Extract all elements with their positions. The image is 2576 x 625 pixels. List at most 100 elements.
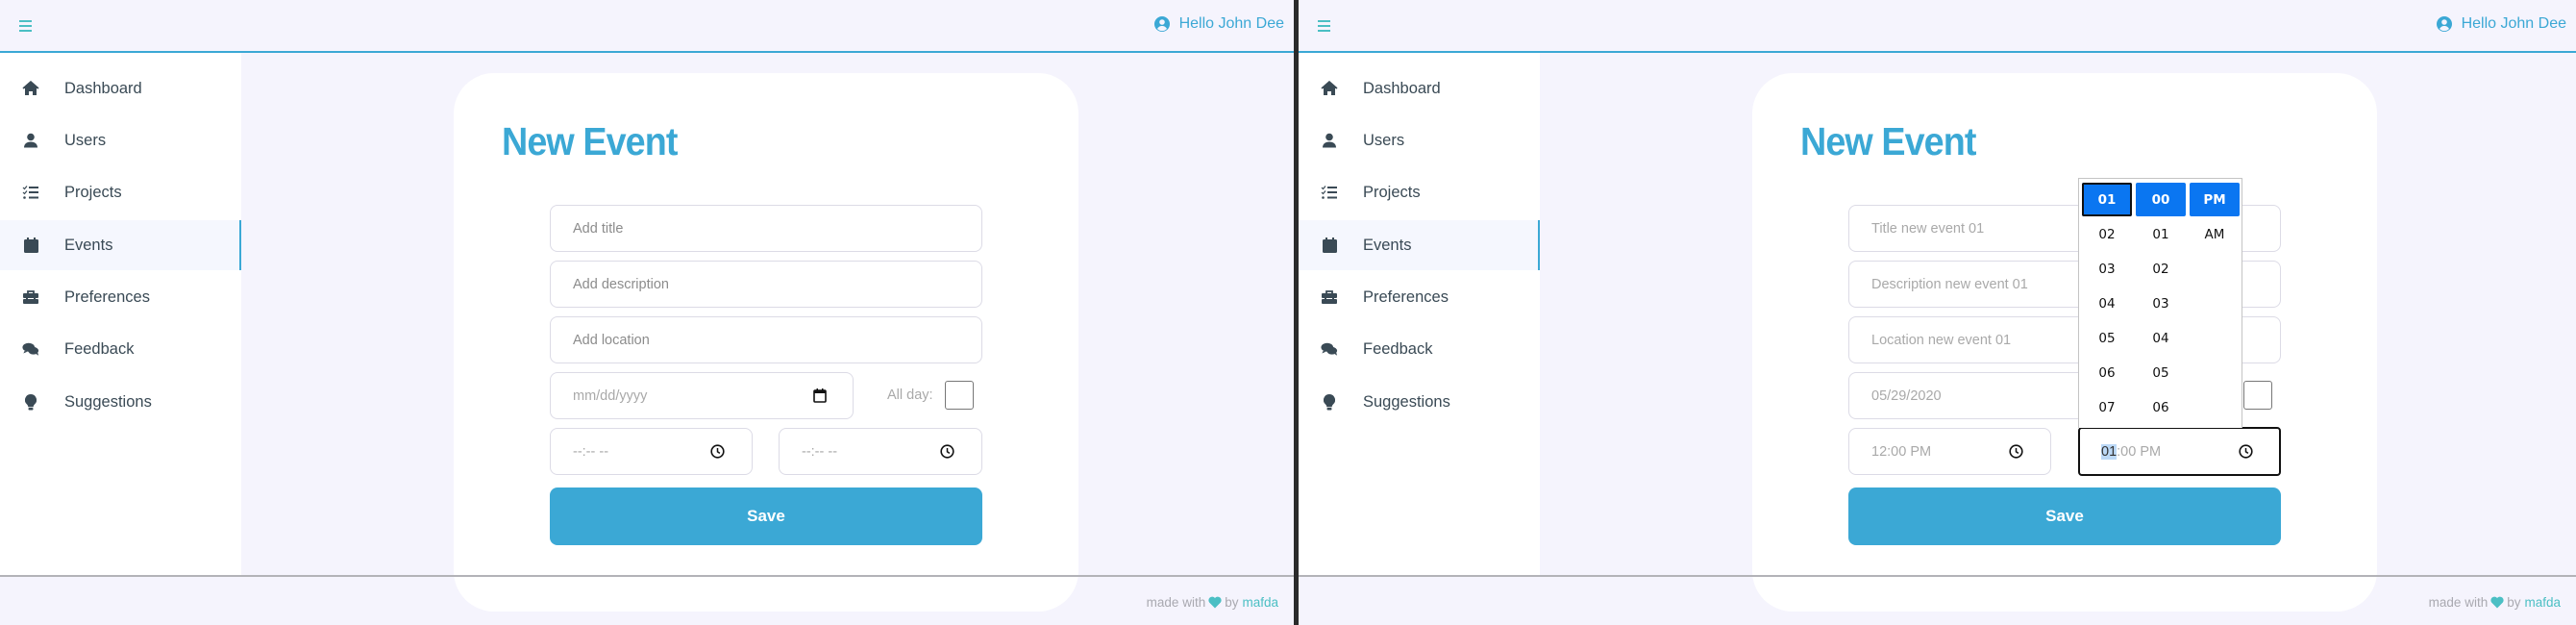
end-time-input[interactable]: 01:00 PM: [2078, 427, 2281, 476]
brand-link[interactable]: mafda: [2524, 595, 2561, 610]
sidebar-item-label: Preferences: [64, 288, 150, 306]
all-day-checkbox[interactable]: [2243, 381, 2272, 410]
sidebar-item-label: Projects: [64, 183, 122, 201]
greeting-text: Hello John Dee: [2461, 15, 2566, 32]
ampm-option[interactable]: AM: [2190, 217, 2240, 252]
app-window-filled-form: Hello John Dee Dashboard Users Projects …: [1299, 0, 2576, 625]
clock-icon[interactable]: [2239, 444, 2253, 459]
minute-option[interactable]: 06: [2136, 390, 2186, 425]
end-time-input[interactable]: --:-- --: [779, 428, 982, 475]
clock-icon[interactable]: [940, 444, 954, 459]
page-title: New Event: [1800, 119, 1976, 163]
comments-icon: [22, 340, 39, 358]
lightbulb-icon: [1321, 393, 1338, 411]
sidebar-item-label: Suggestions: [64, 392, 152, 411]
description-input[interactable]: Add description: [550, 261, 982, 308]
home-icon: [1321, 80, 1338, 97]
footer-divider: [1299, 575, 2576, 577]
save-button[interactable]: Save: [550, 488, 982, 545]
hour-option[interactable]: 07: [2082, 390, 2132, 425]
hour-option[interactable]: 01: [2082, 183, 2132, 216]
hour-option[interactable]: 06: [2082, 356, 2132, 390]
date-placeholder: mm/dd/yyyy: [573, 388, 648, 404]
sidebar-item-feedback[interactable]: Feedback: [0, 324, 241, 374]
title-input[interactable]: Add title: [550, 205, 982, 252]
lightbulb-icon: [22, 393, 39, 411]
sidebar-item-label: Dashboard: [1363, 79, 1441, 97]
hamburger-icon[interactable]: [19, 20, 32, 32]
sidebar-item-projects[interactable]: Projects: [1299, 167, 1540, 217]
sidebar-item-label: Events: [1363, 236, 1412, 254]
hour-option[interactable]: 04: [2082, 287, 2132, 321]
footer-by: by: [1225, 595, 1239, 610]
location-input[interactable]: Add location: [550, 316, 982, 363]
hour-option[interactable]: 02: [2082, 217, 2132, 252]
sidebar-item-users[interactable]: Users: [0, 115, 241, 165]
heart-icon: [1208, 596, 1222, 609]
hour-option[interactable]: 05: [2082, 321, 2132, 356]
save-button[interactable]: Save: [1848, 488, 2281, 545]
sidebar-item-suggestions[interactable]: Suggestions: [0, 377, 241, 427]
sidebar-item-label: Feedback: [1363, 339, 1433, 358]
sidebar-item-label: Feedback: [64, 339, 135, 358]
sidebar-item-suggestions[interactable]: Suggestions: [1299, 377, 1540, 427]
hours-column[interactable]: 01 02 03 04 05 06 07: [2082, 183, 2132, 425]
hour-option[interactable]: 03: [2082, 252, 2132, 287]
end-time-hour-segment[interactable]: 01: [2101, 443, 2118, 460]
end-time-rest: :00 PM: [2117, 443, 2162, 460]
sidebar-item-dashboard[interactable]: Dashboard: [0, 63, 241, 113]
user-icon: [22, 132, 39, 149]
user-circle-icon: [2436, 16, 2452, 32]
clock-icon[interactable]: [2009, 444, 2023, 459]
minute-option[interactable]: 04: [2136, 321, 2186, 356]
start-time-input[interactable]: 12:00 PM: [1848, 428, 2051, 475]
all-day-label: All day:: [887, 388, 933, 403]
minute-option[interactable]: 02: [2136, 252, 2186, 287]
sidebar-item-events[interactable]: Events: [1299, 220, 1540, 270]
calendar-icon: [22, 237, 39, 254]
footer-made-with: made with: [2428, 595, 2489, 610]
start-time-placeholder: --:-- --: [573, 443, 609, 460]
sidebar: Dashboard Users Projects Events Preferen…: [1299, 53, 1540, 576]
footer-by: by: [2507, 595, 2521, 610]
footer-divider: [0, 575, 1294, 577]
sidebar-item-projects[interactable]: Projects: [0, 167, 241, 217]
start-time-input[interactable]: --:-- --: [550, 428, 753, 475]
sidebar-item-events[interactable]: Events: [0, 220, 241, 270]
all-day-checkbox[interactable]: [945, 381, 974, 410]
brand-link[interactable]: mafda: [1242, 595, 1278, 610]
ampm-column[interactable]: PM AM: [2190, 183, 2240, 252]
minute-option[interactable]: 00: [2136, 183, 2186, 216]
comments-icon: [1321, 340, 1338, 358]
toolbox-icon: [1321, 288, 1338, 306]
date-input[interactable]: mm/dd/yyyy: [550, 372, 854, 419]
ampm-option[interactable]: PM: [2190, 183, 2240, 216]
sidebar-item-label: Suggestions: [1363, 392, 1450, 411]
sidebar-item-label: Projects: [1363, 183, 1421, 201]
calendar-picker-icon[interactable]: [813, 388, 827, 403]
sidebar-item-label: Dashboard: [64, 79, 142, 97]
description-placeholder: Add description: [573, 276, 669, 292]
top-header: Hello John Dee: [1299, 0, 2576, 53]
clock-icon[interactable]: [710, 444, 725, 459]
title-value: Title new event 01: [1871, 220, 1985, 237]
sidebar-item-users[interactable]: Users: [1299, 115, 1540, 165]
sidebar-item-preferences[interactable]: Preferences: [1299, 272, 1540, 322]
minutes-column[interactable]: 00 01 02 03 04 05 06: [2136, 183, 2186, 425]
user-menu[interactable]: Hello John Dee: [2436, 15, 2566, 33]
sidebar-item-preferences[interactable]: Preferences: [0, 272, 241, 322]
minute-option[interactable]: 05: [2136, 356, 2186, 390]
sidebar-item-feedback[interactable]: Feedback: [1299, 324, 1540, 374]
page-title: New Event: [502, 119, 678, 163]
user-menu[interactable]: Hello John Dee: [1153, 15, 1284, 33]
hamburger-icon[interactable]: [1318, 20, 1330, 32]
toolbox-icon: [22, 288, 39, 306]
date-value: 05/29/2020: [1871, 388, 1942, 404]
sidebar-item-label: Events: [64, 236, 113, 254]
end-time-placeholder: --:-- --: [802, 443, 838, 460]
sidebar-item-dashboard[interactable]: Dashboard: [1299, 63, 1540, 113]
calendar-icon: [1321, 237, 1338, 254]
minute-option[interactable]: 01: [2136, 217, 2186, 252]
minute-option[interactable]: 03: [2136, 287, 2186, 321]
greeting-text: Hello John Dee: [1178, 15, 1284, 32]
